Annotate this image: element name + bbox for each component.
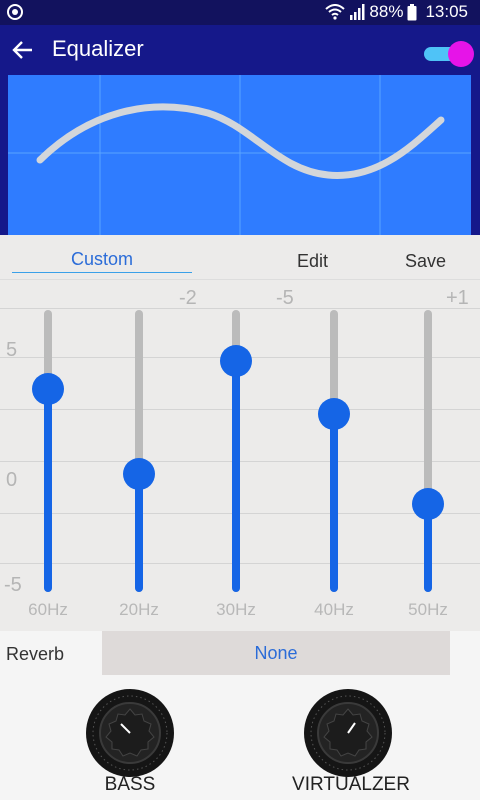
band-value-label: -2 [179,287,197,309]
eq-response-graph [8,75,471,235]
edit-button[interactable]: Edit [297,251,328,272]
band-frequency-label: 30Hz [216,600,256,619]
battery-percent: 88% [369,2,404,21]
band-slider[interactable] [18,306,78,606]
equalizer-bands: 5 0 -5 60Hz -2 20Hz -5 30Hz 40Hz +1 50Hz [0,281,480,631]
graph-band [0,75,480,235]
eq-curve-plot [8,75,471,235]
back-arrow-icon[interactable] [10,37,36,63]
preset-row: Custom Edit Save [0,235,480,280]
wifi-icon [325,4,346,20]
bass-knob[interactable] [84,687,176,779]
virtualizer-label: VIRTUALZER [292,774,410,795]
slider-thumb[interactable] [412,487,444,520]
status-bar: 88% 13:05 [0,0,480,25]
slider-fill [135,473,143,592]
slider-thumb[interactable] [123,457,155,490]
signal-icon [350,4,365,20]
band-frequency-label: 20Hz [119,600,159,619]
bass-label: BASS [104,774,156,795]
reverb-row: Reverb None [0,631,480,677]
slider-thumb[interactable] [318,397,350,430]
toggle-knob [448,41,474,67]
band-frequency-label: 60Hz [28,600,68,619]
virtualizer-knob[interactable] [302,687,394,779]
band-slider[interactable] [206,306,266,606]
band-slider[interactable] [109,306,169,606]
scale-label-mid: 0 [6,469,18,491]
preset-selector[interactable]: Custom [12,249,192,273]
slider-thumb[interactable] [220,345,252,377]
save-button[interactable]: Save [405,251,446,272]
band-slider[interactable] [304,306,364,606]
band-frequency-label: 50Hz [408,600,448,619]
band-value-label: -5 [276,287,294,309]
page-title: Equalizer [52,36,144,61]
effects-knobs: BASS VIRTUALZER [0,677,480,800]
band-value-label: +1 [446,287,469,309]
band-slider[interactable] [398,306,458,606]
scale-label-top: 5 [6,339,18,361]
slider-fill [330,413,338,592]
reverb-dropdown[interactable]: None [102,631,450,675]
slider-fill [44,388,52,592]
battery-icon [407,3,417,20]
slider-fill [232,361,240,592]
slider-thumb[interactable] [32,372,64,405]
clock: 13:05 [425,2,468,21]
equalizer-screen: 88% 13:05 Equalizer Custom Edit Save 5 0… [0,0,480,800]
app-notification-icon [7,4,23,20]
app-bar: Equalizer [0,25,480,75]
reverb-label: Reverb [6,644,65,664]
equalizer-enable-toggle[interactable] [424,41,474,67]
band-frequency-label: 40Hz [314,600,354,619]
